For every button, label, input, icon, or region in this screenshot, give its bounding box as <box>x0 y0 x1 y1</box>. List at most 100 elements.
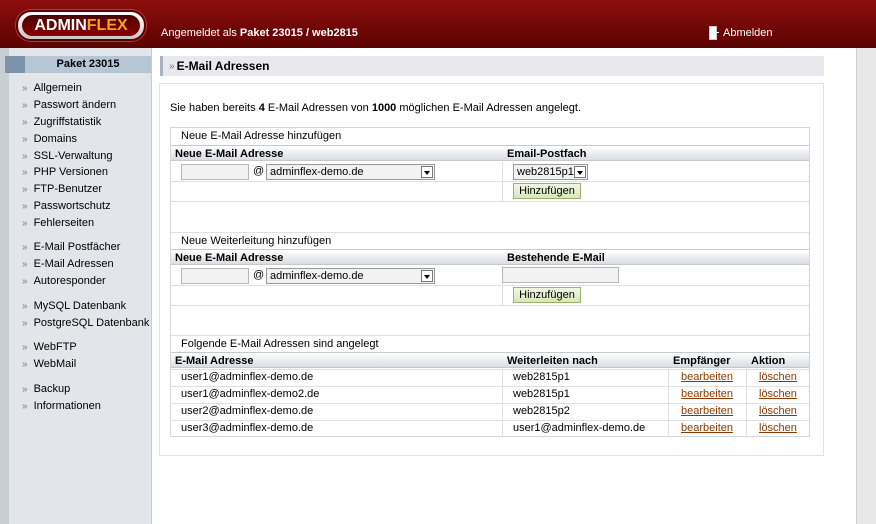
delete-link[interactable]: löschen <box>759 405 797 417</box>
bullet-icon: » <box>22 384 28 395</box>
sidebar-item-label: Informationen <box>33 400 101 412</box>
email-forms-box: Neue E-Mail Adresse hinzufügen Neue E-Ma… <box>170 127 810 437</box>
forward-domain-select[interactable]: adminflex-demo.de <box>266 268 435 284</box>
adminflex-logo: ADMIN FLEX <box>16 10 146 41</box>
add-address-button[interactable]: Hinzufügen <box>513 183 581 199</box>
sidebar-item-allgemein[interactable]: » Allgemein <box>22 82 82 94</box>
sidebar-item-informationen[interactable]: » Informationen <box>22 400 101 412</box>
at-sign: @ <box>253 269 265 281</box>
add-address-title: Neue E-Mail Adresse hinzufügen <box>181 130 342 142</box>
row-divider <box>171 201 809 202</box>
main-content: » E-Mail Adressen Sie haben bereits 4 E-… <box>152 48 856 524</box>
delete-link[interactable]: löschen <box>759 371 797 383</box>
bullet-icon: » <box>22 401 28 412</box>
bullet-icon: » <box>22 167 28 178</box>
sidebar-item-label: Domains <box>33 133 77 145</box>
row-address: user3@adminflex-demo.de <box>181 422 314 434</box>
sidebar-package-header: Paket 23015 <box>5 56 151 73</box>
delete-link[interactable]: löschen <box>759 388 797 400</box>
content-panel: Sie haben bereits 4 E-Mail Adressen von … <box>159 83 824 456</box>
edit-recipient-link[interactable]: bearbeiten <box>681 388 733 400</box>
delete-link[interactable]: löschen <box>759 422 797 434</box>
chevron-down-icon <box>421 166 433 178</box>
sidebar-item-zugriffstatistik[interactable]: » Zugriffstatistik <box>22 116 101 128</box>
logo-text-flex: FLEX <box>86 16 128 34</box>
sidebar-item-label: E-Mail Adressen <box>33 258 114 270</box>
bullet-icon: » <box>22 218 28 229</box>
list-col-address: E-Mail Adresse <box>171 352 503 368</box>
sidebar-item-ftp[interactable]: » FTP-Benutzer <box>22 183 102 195</box>
bullet-icon: » <box>22 242 28 253</box>
chevron-down-icon <box>421 270 433 282</box>
sidebar-item-fehlerseiten[interactable]: » Fehlerseiten <box>22 217 94 229</box>
chevron-down-icon <box>574 166 586 178</box>
right-scroll-area <box>856 48 876 524</box>
sidebar-item-label: Backup <box>33 383 71 395</box>
sidebar-item-label: PostgreSQL Datenbank <box>33 317 150 329</box>
forward-domain-value: adminflex-demo.de <box>270 270 364 282</box>
domain-select[interactable]: adminflex-demo.de <box>266 164 435 180</box>
row-address: user2@adminflex-demo.de <box>181 405 314 417</box>
sidebar-item-passwort[interactable]: » Passwort ändern <box>22 99 116 111</box>
page-heading: » E-Mail Adressen <box>160 56 824 76</box>
bullet-icon: » <box>22 117 28 128</box>
bullet-icon: » <box>22 301 28 312</box>
sidebar-item-domains[interactable]: » Domains <box>22 133 77 145</box>
bullet-icon: » <box>22 276 28 287</box>
sidebar-item-postgresql[interactable]: » PostgreSQL Datenbank <box>22 317 149 329</box>
existing-email-input[interactable] <box>502 267 619 283</box>
sidebar: Paket 23015 » Allgemein » Passwort ändern … <box>0 48 152 524</box>
sidebar-item-backup[interactable]: » Backup <box>22 383 70 395</box>
sidebar-item-label: MySQL Datenbank <box>33 300 127 312</box>
sidebar-item-label: Zugriffstatistik <box>33 116 102 128</box>
sidebar-item-webmail[interactable]: » WebMail <box>22 358 76 370</box>
sidebar-item-php[interactable]: » PHP Versionen <box>22 166 108 178</box>
sidebar-item-email-postfaecher[interactable]: » E-Mail Postfächer <box>22 241 120 253</box>
mailbox-select[interactable]: web2815p1 <box>513 164 588 180</box>
sidebar-item-autoresponder[interactable]: » Autoresponder <box>22 275 106 287</box>
mailbox-select-value: web2815p1 <box>517 166 574 178</box>
domain-select-value: adminflex-demo.de <box>270 166 364 178</box>
new-email-local-input[interactable] <box>181 164 249 180</box>
address-list-title: Folgende E-Mail Adressen sind angelegt <box>171 335 809 352</box>
logout-label: Abmelden <box>723 26 773 39</box>
sidebar-item-label: FTP-Benutzer <box>33 183 103 195</box>
add-forward-col-existing: Bestehende E-Mail <box>503 249 809 265</box>
row-forward: web2815p1 <box>513 388 570 400</box>
list-col-recipient: Empfänger <box>669 352 747 368</box>
package-label: Paket 23015 <box>56 58 120 70</box>
bullet-icon: » <box>22 134 28 145</box>
sidebar-item-label: WebFTP <box>33 341 77 353</box>
sidebar-item-email-adressen[interactable]: » E-Mail Adressen <box>22 258 114 270</box>
row-forward: web2815p1 <box>513 371 570 383</box>
forward-local-input[interactable] <box>181 268 249 284</box>
sidebar-stripe <box>0 48 9 524</box>
sidebar-item-ssl[interactable]: » SSL-Verwaltung <box>22 150 112 162</box>
add-forward-title: Neue Weiterleitung hinzufügen <box>171 232 809 249</box>
add-address-col-mailbox: Email-Postfach <box>503 145 809 161</box>
login-prefix: Angemeldet als <box>161 27 237 39</box>
top-header: ADMIN FLEX Angemeldet als Paket 23015 / w… <box>0 0 876 48</box>
edit-recipient-link[interactable]: bearbeiten <box>681 371 733 383</box>
logo-badge: ADMIN FLEX <box>22 15 140 36</box>
add-address-col-new: Neue E-Mail Adresse <box>171 145 503 161</box>
edit-recipient-link[interactable]: bearbeiten <box>681 405 733 417</box>
add-forward-button[interactable]: Hinzufügen <box>513 287 581 303</box>
login-user: Paket 23015 / web2815 <box>239 27 358 39</box>
row-forward: web2815p2 <box>513 405 570 417</box>
sidebar-item-label: Allgemein <box>33 82 82 94</box>
logout-link[interactable]: Abmelden <box>708 26 773 40</box>
heading-arrow-icon: » <box>169 60 175 72</box>
sidebar-item-webftp[interactable]: » WebFTP <box>22 341 77 353</box>
login-status: Angemeldet als Paket 23015 / web2815 <box>161 27 358 39</box>
edit-recipient-link[interactable]: bearbeiten <box>681 422 733 434</box>
page-title: E-Mail Adressen <box>176 59 270 73</box>
sidebar-item-label: PHP Versionen <box>33 166 108 178</box>
sidebar-item-label: SSL-Verwaltung <box>33 150 113 162</box>
sidebar-item-label: Passwortschutz <box>33 200 111 212</box>
sidebar-item-mysql[interactable]: » MySQL Datenbank <box>22 300 126 312</box>
sidebar-item-passwortschutz[interactable]: » Passwortschutz <box>22 200 111 212</box>
add-forward-col-new: Neue E-Mail Adresse <box>171 249 503 265</box>
row-forward: user1@adminflex-demo.de <box>513 422 646 434</box>
sidebar-item-label: WebMail <box>33 358 77 370</box>
